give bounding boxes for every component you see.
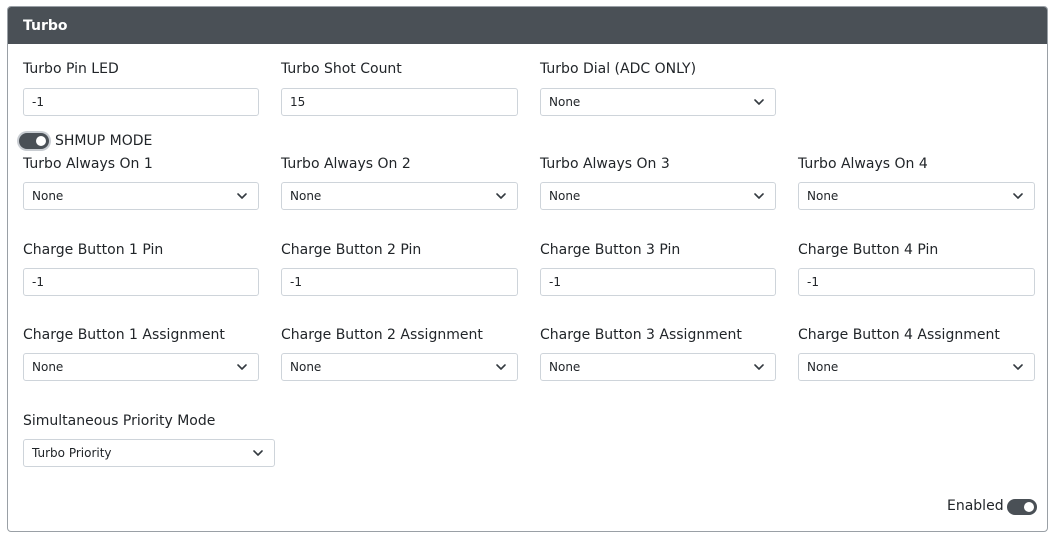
charge-assignment-1-value: None bbox=[32, 360, 64, 374]
card-title: Turbo bbox=[23, 17, 68, 34]
chevron-down-icon bbox=[237, 364, 247, 370]
priority-mode-value: Turbo Priority bbox=[32, 446, 112, 460]
charge-pin-3-label: Charge Button 3 Pin bbox=[540, 242, 681, 258]
chevron-down-icon bbox=[237, 193, 247, 199]
charge-pin-1-value: -1 bbox=[32, 275, 44, 289]
always-on-4-select[interactable]: None bbox=[798, 182, 1035, 210]
chevron-down-icon bbox=[754, 99, 764, 105]
charge-pin-3-value: -1 bbox=[549, 275, 561, 289]
charge-assignment-2-select[interactable]: None bbox=[281, 353, 518, 381]
charge-assignment-1-label: Charge Button 1 Assignment bbox=[23, 327, 225, 343]
always-on-2-select[interactable]: None bbox=[281, 182, 518, 210]
always-on-3-select[interactable]: None bbox=[540, 182, 776, 210]
charge-assignment-4-select[interactable]: None bbox=[798, 353, 1035, 381]
always-on-2-value: None bbox=[290, 189, 322, 203]
priority-mode-select[interactable]: Turbo Priority bbox=[23, 439, 275, 467]
chevron-down-icon bbox=[253, 450, 263, 456]
always-on-4-value: None bbox=[807, 189, 839, 203]
turbo-shot-count-input[interactable]: 15 bbox=[281, 88, 518, 116]
chevron-down-icon bbox=[1013, 193, 1023, 199]
turbo-shot-count-value: 15 bbox=[290, 95, 306, 109]
toggle-knob bbox=[36, 136, 46, 146]
chevron-down-icon bbox=[496, 364, 506, 370]
shmup-mode-toggle[interactable] bbox=[19, 133, 49, 149]
charge-pin-2-input[interactable]: -1 bbox=[281, 268, 518, 296]
charge-pin-4-value: -1 bbox=[807, 275, 819, 289]
shmup-mode-label: SHMUP MODE bbox=[55, 133, 153, 149]
charge-assignment-3-select[interactable]: None bbox=[540, 353, 776, 381]
charge-assignment-1-select[interactable]: None bbox=[23, 353, 259, 381]
charge-assignment-4-label: Charge Button 4 Assignment bbox=[798, 327, 1000, 343]
turbo-dial-value: None bbox=[549, 95, 581, 109]
chevron-down-icon bbox=[496, 193, 506, 199]
always-on-3-label: Turbo Always On 3 bbox=[540, 156, 670, 172]
turbo-pin-led-input[interactable]: -1 bbox=[23, 88, 259, 116]
always-on-1-label: Turbo Always On 1 bbox=[23, 156, 153, 172]
charge-assignment-4-value: None bbox=[807, 360, 839, 374]
chevron-down-icon bbox=[754, 193, 764, 199]
charge-pin-1-input[interactable]: -1 bbox=[23, 268, 259, 296]
always-on-1-value: None bbox=[32, 189, 64, 203]
charge-assignment-2-value: None bbox=[290, 360, 322, 374]
charge-assignment-2-label: Charge Button 2 Assignment bbox=[281, 327, 483, 343]
priority-mode-label: Simultaneous Priority Mode bbox=[23, 413, 216, 429]
always-on-3-value: None bbox=[549, 189, 581, 203]
turbo-shot-count-label: Turbo Shot Count bbox=[281, 61, 402, 77]
charge-assignment-3-value: None bbox=[549, 360, 581, 374]
chevron-down-icon bbox=[1013, 364, 1023, 370]
always-on-2-label: Turbo Always On 2 bbox=[281, 156, 411, 172]
charge-pin-1-label: Charge Button 1 Pin bbox=[23, 242, 164, 258]
always-on-4-label: Turbo Always On 4 bbox=[798, 156, 928, 172]
charge-assignment-3-label: Charge Button 3 Assignment bbox=[540, 327, 742, 343]
charge-pin-2-label: Charge Button 2 Pin bbox=[281, 242, 422, 258]
charge-pin-4-input[interactable]: -1 bbox=[798, 268, 1035, 296]
enabled-toggle[interactable] bbox=[1007, 499, 1037, 515]
turbo-dial-label: Turbo Dial (ADC ONLY) bbox=[540, 61, 697, 77]
turbo-dial-select[interactable]: None bbox=[540, 88, 776, 116]
toggle-knob bbox=[1024, 502, 1034, 512]
chevron-down-icon bbox=[754, 364, 764, 370]
charge-pin-2-value: -1 bbox=[290, 275, 302, 289]
turbo-card: Turbo Turbo Pin LED -1 Turbo Shot Count … bbox=[7, 6, 1048, 532]
turbo-pin-led-value: -1 bbox=[32, 95, 44, 109]
charge-pin-3-input[interactable]: -1 bbox=[540, 268, 776, 296]
card-header: Turbo bbox=[8, 7, 1047, 44]
turbo-pin-led-label: Turbo Pin LED bbox=[23, 61, 119, 77]
always-on-1-select[interactable]: None bbox=[23, 182, 259, 210]
charge-pin-4-label: Charge Button 4 Pin bbox=[798, 242, 939, 258]
enabled-label: Enabled bbox=[947, 498, 1004, 514]
